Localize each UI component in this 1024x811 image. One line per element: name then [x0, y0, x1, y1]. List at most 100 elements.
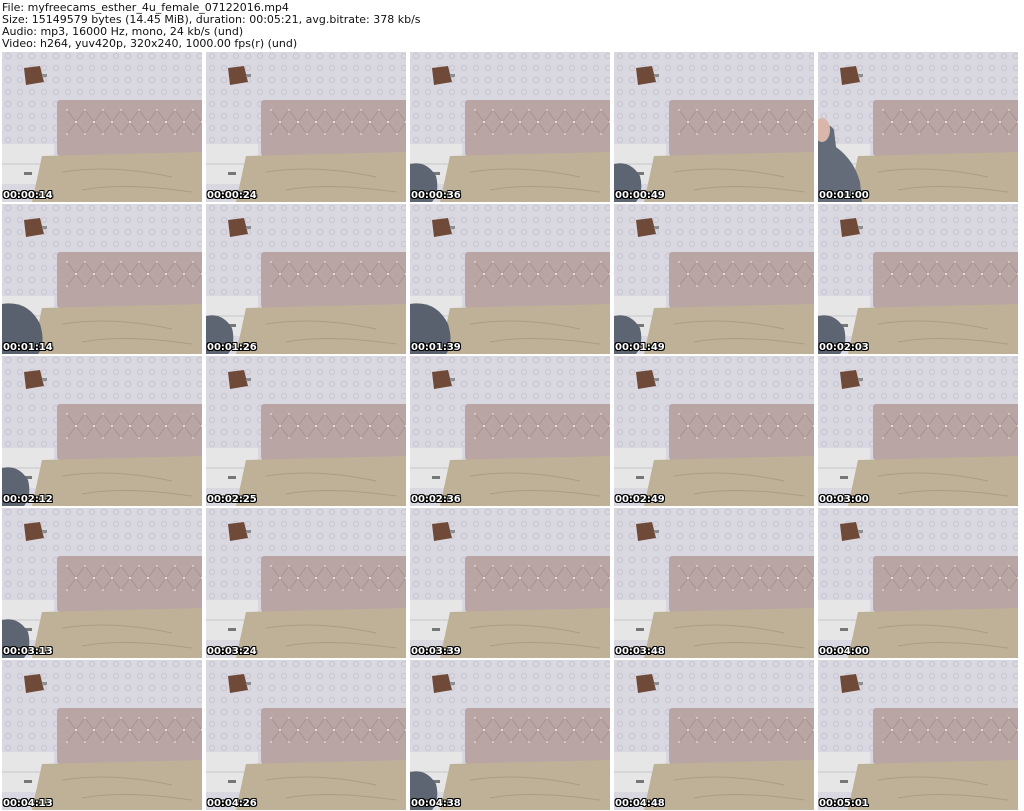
bed-sheet — [236, 608, 406, 658]
lamp-bracket — [654, 74, 659, 77]
video-thumbnail: 00:01:39 — [410, 204, 610, 354]
lamp-bracket — [654, 682, 659, 685]
headboard — [873, 252, 1018, 308]
thumbnail-timestamp: 00:00:24 — [207, 190, 257, 201]
bed-sheet — [32, 456, 202, 506]
thumbnail-timestamp: 00:02:36 — [411, 494, 461, 505]
lamp-bracket — [654, 226, 659, 229]
headboard — [57, 556, 202, 612]
frame-image — [818, 508, 1018, 658]
headboard — [873, 556, 1018, 612]
nightstand-handle — [636, 628, 644, 631]
thumbnail-timestamp: 00:00:14 — [3, 190, 53, 201]
thumbnail-timestamp: 00:04:38 — [411, 798, 461, 809]
bed-sheet — [236, 456, 406, 506]
thumbnail-timestamp: 00:01:14 — [3, 342, 53, 353]
lamp-bracket — [42, 74, 47, 77]
lamp-bracket — [450, 682, 455, 685]
lamp-bracket — [654, 378, 659, 381]
nightstand-handle — [636, 780, 644, 783]
bed-sheet — [848, 608, 1018, 658]
frame-image — [410, 204, 610, 354]
thumbnail-timestamp: 00:01:26 — [207, 342, 257, 353]
headboard — [261, 252, 406, 308]
thumbnail-timestamp: 00:04:00 — [819, 646, 869, 657]
lamp-bracket — [450, 74, 455, 77]
thumbnail-timestamp: 00:05:01 — [819, 798, 869, 809]
thumbnail-timestamp: 00:02:25 — [207, 494, 257, 505]
bed-sheet — [848, 152, 1018, 202]
video-thumbnail: 00:01:00 — [818, 52, 1018, 202]
headboard — [57, 404, 202, 460]
headboard — [669, 100, 814, 156]
thumbnail-timestamp: 00:00:36 — [411, 190, 461, 201]
bed-sheet — [32, 760, 202, 810]
thumbnail-timestamp: 00:01:39 — [411, 342, 461, 353]
video-thumbnail: 00:01:26 — [206, 204, 406, 354]
headboard — [57, 100, 202, 156]
frame-image — [410, 52, 610, 202]
video-thumbnail: 00:03:00 — [818, 356, 1018, 506]
lamp-bracket — [654, 530, 659, 533]
thumbnail-timestamp: 00:04:13 — [3, 798, 53, 809]
video-thumbnail: 00:02:36 — [410, 356, 610, 506]
video-thumbnail: 00:04:13 — [2, 660, 202, 810]
video-thumbnail: 00:05:01 — [818, 660, 1018, 810]
lamp-bracket — [246, 74, 251, 77]
frame-image — [410, 356, 610, 506]
lamp-bracket — [858, 530, 863, 533]
frame-image — [614, 508, 814, 658]
thumbnail-timestamp: 00:03:39 — [411, 646, 461, 657]
lamp-bracket — [42, 226, 47, 229]
thumbnail-timestamp: 00:02:03 — [819, 342, 869, 353]
headboard — [57, 708, 202, 764]
frame-image — [818, 356, 1018, 506]
frame-image — [410, 508, 610, 658]
headboard — [261, 404, 406, 460]
bed-sheet — [32, 304, 202, 354]
frame-image — [206, 52, 406, 202]
frame-image — [206, 356, 406, 506]
headboard — [465, 708, 610, 764]
thumbnail-timestamp: 00:03:48 — [615, 646, 665, 657]
video-thumbnail: 00:01:14 — [2, 204, 202, 354]
bed-sheet — [644, 760, 814, 810]
frame-image — [2, 508, 202, 658]
thumbnail-timestamp: 00:00:49 — [615, 190, 665, 201]
headboard — [873, 708, 1018, 764]
headboard — [465, 100, 610, 156]
headboard — [873, 404, 1018, 460]
nightstand-handle — [228, 172, 236, 175]
lamp-bracket — [450, 378, 455, 381]
headboard — [873, 100, 1018, 156]
nightstand-handle — [432, 628, 440, 631]
frame-image — [206, 660, 406, 810]
thumbnail-timestamp: 00:03:00 — [819, 494, 869, 505]
lamp-bracket — [858, 682, 863, 685]
video-thumbnail: 00:00:36 — [410, 52, 610, 202]
bed-sheet — [644, 608, 814, 658]
video-thumbnail: 00:02:49 — [614, 356, 814, 506]
frame-image — [614, 52, 814, 202]
video-thumbnail: 00:02:03 — [818, 204, 1018, 354]
lamp-bracket — [246, 682, 251, 685]
bed-sheet — [32, 608, 202, 658]
lamp-bracket — [42, 378, 47, 381]
bed-sheet — [440, 152, 610, 202]
frame-image — [2, 660, 202, 810]
nightstand-handle — [840, 476, 848, 479]
bed-sheet — [440, 608, 610, 658]
nightstand-handle — [636, 476, 644, 479]
thumbnail-timestamp: 00:03:13 — [3, 646, 53, 657]
nightstand-handle — [228, 628, 236, 631]
bed-sheet — [236, 304, 406, 354]
frame-image — [410, 660, 610, 810]
lamp-bracket — [858, 74, 863, 77]
bed-sheet — [440, 456, 610, 506]
frame-image — [206, 204, 406, 354]
headboard — [669, 252, 814, 308]
nightstand-handle — [228, 780, 236, 783]
video-thumbnail: 00:02:25 — [206, 356, 406, 506]
video-thumbnail: 00:03:48 — [614, 508, 814, 658]
headboard — [465, 404, 610, 460]
